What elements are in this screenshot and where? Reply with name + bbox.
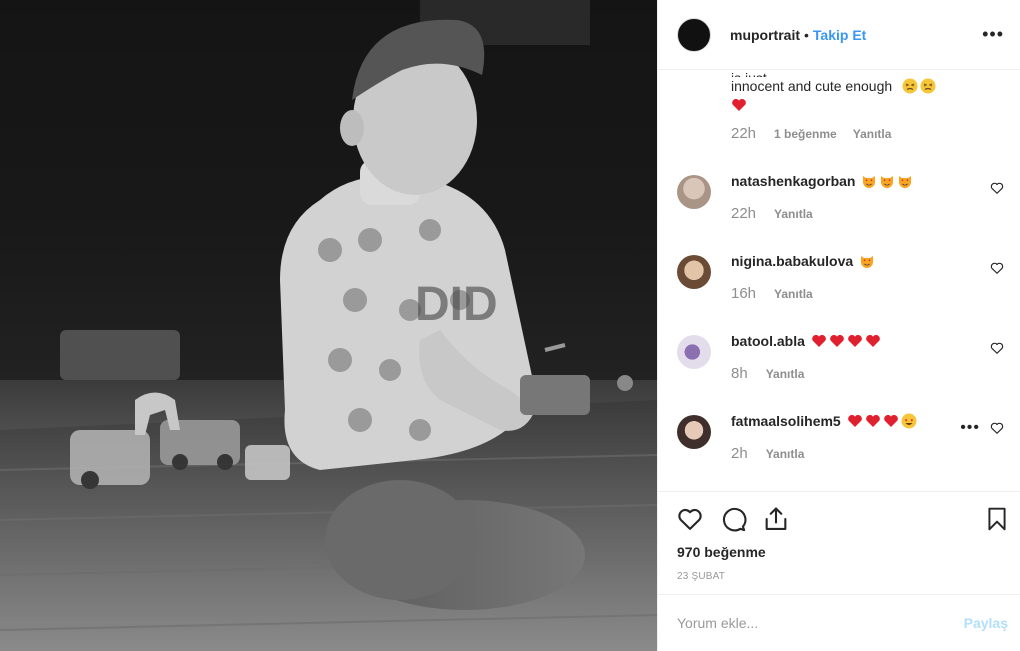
commenter-avatar[interactable] — [677, 335, 711, 369]
save-bookmark-icon[interactable] — [984, 505, 1010, 533]
comment-likes-count[interactable]: 1 beğenme — [774, 127, 837, 141]
heart-eyes-cat-icon — [863, 176, 876, 188]
post-header: muportrait • Takip Et ••• — [658, 0, 1020, 70]
commenter-avatar[interactable] — [677, 175, 711, 209]
commenter-username[interactable]: batool.abla — [731, 333, 805, 349]
heart-eyes-cat-icon — [899, 176, 912, 188]
comment-meta: 22h 1 beğenme Yanıtla — [731, 125, 991, 142]
red-heart-icon — [866, 334, 880, 347]
header-separator: • — [804, 26, 809, 43]
follow-button[interactable]: Takip Et — [813, 27, 866, 43]
commenter-username[interactable]: nigina.babakulova — [731, 253, 853, 269]
like-comment-heart-icon[interactable] — [990, 261, 1004, 275]
comment-time[interactable]: 22h — [731, 205, 756, 222]
likes-count[interactable]: 970 beğenme — [677, 544, 766, 560]
red-heart-icon — [848, 334, 862, 347]
like-comment-heart-icon[interactable] — [990, 341, 1004, 355]
heart-eyes-cat-icon — [861, 256, 874, 268]
post-view: DID muportrait • Takip Et ••• innocent a… — [0, 0, 1020, 651]
sweater-print: DID — [415, 278, 498, 331]
comment-top: is just... innocent and cute enough 22h … — [731, 71, 991, 142]
heart-eyes-cat-icon — [881, 176, 894, 188]
comment-item: batool.abla 8h Yanıtla — [677, 331, 1004, 411]
post-date[interactable]: 23 ŞUBAT — [677, 571, 725, 582]
comment-options-icon[interactable]: ••• — [960, 419, 980, 437]
comment-time[interactable]: 8h — [731, 365, 748, 382]
reply-button[interactable]: Yanıtla — [766, 367, 805, 381]
post-side-panel: muportrait • Takip Et ••• is just... inn… — [657, 0, 1020, 651]
action-icons — [658, 492, 1020, 550]
comment-text: batool.abla — [731, 331, 881, 351]
comment-meta: 22h Yanıtla — [731, 205, 913, 222]
comment-time[interactable]: 16h — [731, 285, 756, 302]
share-upload-icon[interactable] — [762, 505, 790, 533]
comment-meta: 2h Yanıtla — [731, 445, 917, 462]
comment-text: natashenkagorban — [731, 171, 913, 191]
comment-text: nigina.babakulova — [731, 251, 875, 271]
red-heart-icon — [812, 334, 826, 347]
like-comment-heart-icon[interactable] — [990, 181, 1004, 195]
commenter-avatar[interactable] — [677, 415, 711, 449]
photo-illustration: DID — [0, 0, 657, 651]
reply-button[interactable]: Yanıtla — [774, 207, 813, 221]
comments-list[interactable]: is just... innocent and cute enough 22h … — [658, 71, 1020, 491]
comment-input[interactable] — [677, 615, 937, 631]
comment-item: nigina.babakulova 16h Yanıtla — [677, 251, 1004, 331]
red-heart-icon — [883, 414, 898, 427]
post-comment-button[interactable]: Paylaş — [964, 615, 1008, 631]
more-horizontal-icon[interactable]: ••• — [982, 24, 1004, 45]
persevering-face-icon — [902, 78, 918, 94]
post-actions: 970 beğenme 23 ŞUBAT — [658, 491, 1020, 582]
red-heart-icon — [830, 334, 844, 347]
comment-time[interactable]: 2h — [731, 445, 748, 462]
comment-text: innocent and cute enough — [731, 77, 991, 115]
comment-text: fatmaalsolihem5 — [731, 411, 917, 431]
author-avatar[interactable] — [677, 17, 711, 52]
persevering-face-icon — [920, 78, 936, 94]
red-heart-icon — [865, 414, 880, 427]
reply-button[interactable]: Yanıtla — [853, 127, 892, 141]
comment-text-content: innocent and cute enough — [731, 78, 893, 94]
commenter-username[interactable]: natashenkagorban — [731, 173, 855, 189]
reply-button[interactable]: Yanıtla — [774, 287, 813, 301]
comment-meta: 16h Yanıtla — [731, 285, 875, 302]
post-photo[interactable]: DID — [0, 0, 657, 651]
like-comment-heart-icon[interactable] — [990, 421, 1004, 435]
red-heart-icon — [732, 98, 746, 111]
red-heart-icon — [847, 414, 862, 427]
commenter-avatar[interactable] — [677, 255, 711, 289]
author-username[interactable]: muportrait — [730, 27, 800, 43]
comment-item: natashenkagorban 22h Yanıtla — [677, 171, 1004, 251]
comment-time[interactable]: 22h — [731, 125, 756, 142]
add-comment-bar: Paylaş — [658, 594, 1020, 651]
comment-bubble-icon[interactable] — [719, 505, 747, 533]
commenter-username[interactable]: fatmaalsolihem5 — [731, 413, 841, 429]
heart-eyes-icon — [901, 413, 917, 429]
like-heart-icon[interactable] — [676, 505, 704, 533]
reply-button[interactable]: Yanıtla — [766, 447, 805, 461]
comment-item: fatmaalsolihem5 2h Yanıtla ••• — [677, 411, 1004, 491]
comment-meta: 8h Yanıtla — [731, 365, 881, 382]
